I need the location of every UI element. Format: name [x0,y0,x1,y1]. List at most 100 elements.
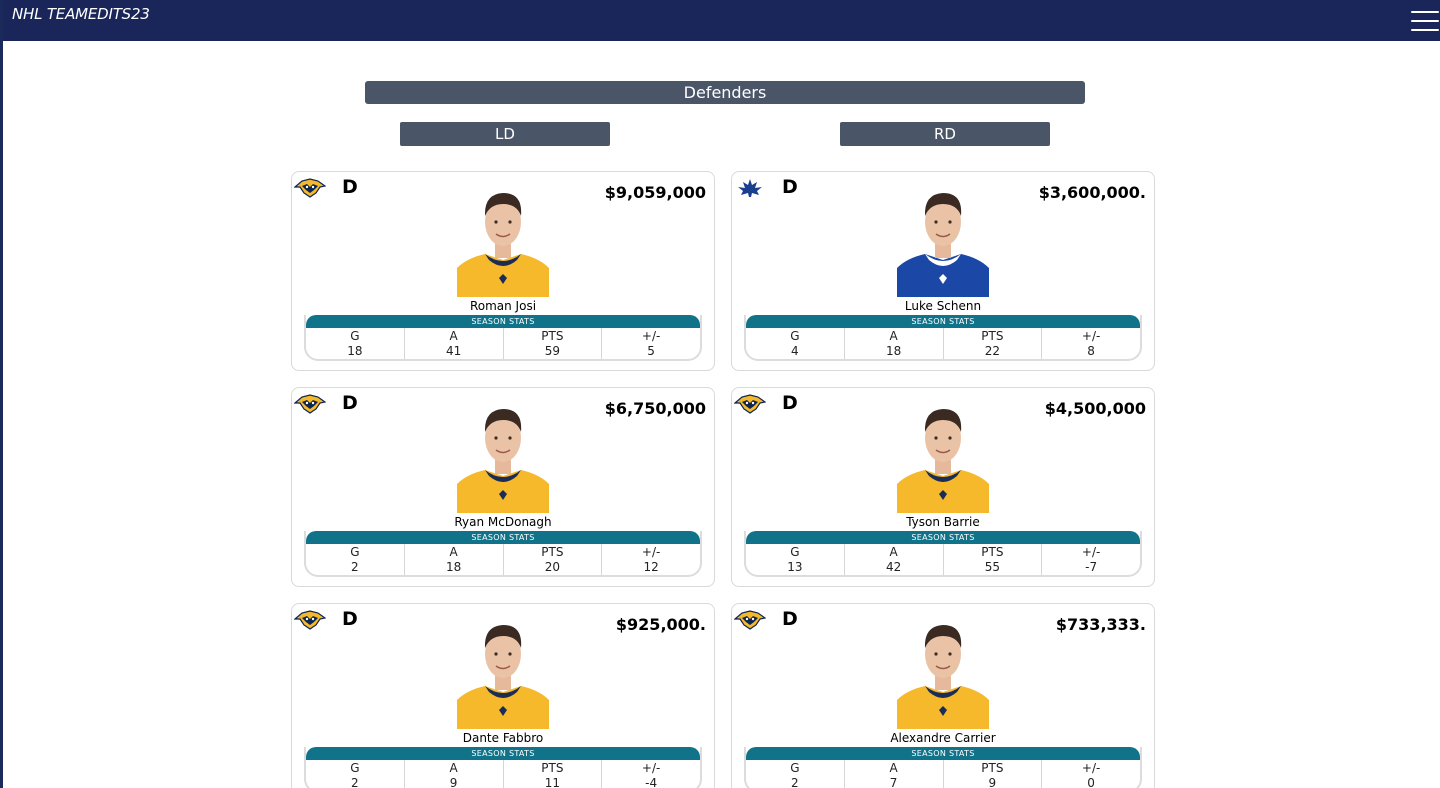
player-photo[interactable] [897,180,989,297]
stat-cell: A7 [845,760,944,788]
stat-label: G [350,329,360,343]
player-name[interactable]: Dante Fabbro [292,731,714,745]
player-card[interactable]: D $925,000. Dante Fabbro SEASON STATS G 2 A 9 PT… [291,603,715,788]
stat-cell: PTS 9 [944,760,1043,788]
player-card[interactable]: D $9,059,000 Roman Josi SEASON STATS G 18 A 41 P… [291,171,715,371]
stat-value: 12 [643,560,659,574]
stat-value: 42 [885,560,902,574]
player-name[interactable]: Alexandre Carrier [732,731,1154,745]
stat-label: A [889,329,898,343]
stat-label: +/- [641,545,661,559]
season-stats: SEASON STATS G 13 A 42 PTS 55 +/- -7 [744,531,1142,577]
stat-value: 55 [984,560,1001,574]
player-card[interactable]: D $6,750,000 Ryan McDonagh SEASON STATS G 2 A 1… [291,387,715,587]
stat-value: 8 [1087,344,1095,358]
predators-logo-icon [733,394,767,414]
season-stats-header: SEASON STATS [306,315,700,328]
player-name[interactable]: Ryan McDonagh [292,515,714,529]
player-photo[interactable] [897,396,989,513]
stat-cell: A9 [405,760,504,788]
stat-label: +/- [1081,329,1101,343]
column-header-rd[interactable]: RD [840,122,1050,146]
stats-grid: G 13 A 42 PTS 55 +/- -7 [746,544,1140,575]
player-card[interactable]: D $4,500,000 Tyson Barrie SEASON STATS G 13 A 4… [731,387,1155,587]
position-label: D [782,176,798,198]
stat-label: +/- [1081,545,1101,559]
section-title: Defenders [365,81,1085,104]
season-stats: SEASON STATS G 2 A 9 PTS 11 +/- -4 [304,747,702,788]
predators-logo-icon [293,394,327,414]
stat-cell: G2 [306,760,405,788]
stat-value: 13 [787,560,803,574]
stat-label: +/- [641,329,661,343]
stat-label: PTS [541,761,564,775]
app-frame: NHL TEAMEDITS23 Defenders LD RD D $9,059,… [0,0,1440,788]
player-photo[interactable] [897,612,989,729]
stat-cell: G 13 [746,544,845,575]
stat-value: 20 [544,560,561,574]
stat-value: 22 [984,344,1001,358]
position-label: D [782,392,798,414]
stat-cell: +/- 5 [602,328,700,359]
salary: $4,500,000 [1044,399,1146,418]
stat-label: G [790,545,800,559]
stat-label: G [790,329,800,343]
player-card[interactable]: D $3,600,000. Luke Schenn SEASON STATS G 4 A 18… [731,171,1155,371]
player-photo[interactable] [457,612,549,729]
stat-value: 0 [1087,776,1095,788]
stat-value: 7 [889,776,898,788]
predators-logo-icon [293,610,327,630]
player-photo[interactable] [457,180,549,297]
stat-cell: +/- 12 [602,544,700,575]
stat-cell: G2 [746,760,845,788]
player-name[interactable]: Roman Josi [292,299,714,313]
stats-grid: G 4 A 18 PTS 22 +/- 8 [746,328,1140,359]
player-photo[interactable] [457,396,549,513]
season-stats-header: SEASON STATS [746,531,1140,544]
stat-cell: PTS 55 [944,544,1043,575]
salary: $6,750,000 [604,399,706,418]
stat-label: G [350,761,360,775]
stat-cell: PTS 59 [504,328,603,359]
stat-cell: A 42 [845,544,944,575]
salary: $733,333. [1055,615,1146,634]
stat-label: A [889,761,898,775]
stat-label: A [449,545,458,559]
salary: $3,600,000. [1038,183,1146,202]
player-name[interactable]: Tyson Barrie [732,515,1154,529]
menu-icon[interactable] [1411,11,1439,33]
stat-cell: A 18 [845,328,944,359]
stat-cell: PTS 20 [504,544,603,575]
predators-logo-icon [293,178,327,198]
column-header-ld[interactable]: LD [400,122,610,146]
stat-value: 2 [351,560,359,574]
player-name[interactable]: Luke Schenn [732,299,1154,313]
stat-value: 5 [647,344,655,358]
stat-value: 2 [791,776,799,788]
maple-leafs-logo-icon [734,178,766,198]
stat-value: 18 [885,344,902,358]
stat-label: A [449,329,458,343]
stat-label: G [350,545,360,559]
top-navbar: NHL TEAMEDITS23 [3,0,1440,41]
stats-grid: G 2 A 7 PTS 9 +/- 0 [746,760,1140,788]
stat-label: A [889,545,898,559]
season-stats-header: SEASON STATS [746,315,1140,328]
stat-cell: A 41 [405,328,504,359]
stat-label: A [449,761,458,775]
stat-label: PTS [541,329,564,343]
position-label: D [342,392,358,414]
position-label: D [342,176,358,198]
stat-value: 11 [544,776,561,788]
stat-label: +/- [1081,761,1101,775]
stat-cell: G4 [746,328,845,359]
season-stats-header: SEASON STATS [306,747,700,760]
stat-value: 18 [445,560,462,574]
stat-cell: PTS 11 [504,760,603,788]
stat-value: 4 [791,344,799,358]
stat-value: 41 [445,344,462,358]
stat-value: -4 [645,776,658,788]
player-card[interactable]: D $733,333. Alexandre Carrier SEASON STATS G… [731,603,1155,788]
app-title[interactable]: NHL TEAMEDITS23 [12,5,150,23]
salary: $925,000. [615,615,706,634]
